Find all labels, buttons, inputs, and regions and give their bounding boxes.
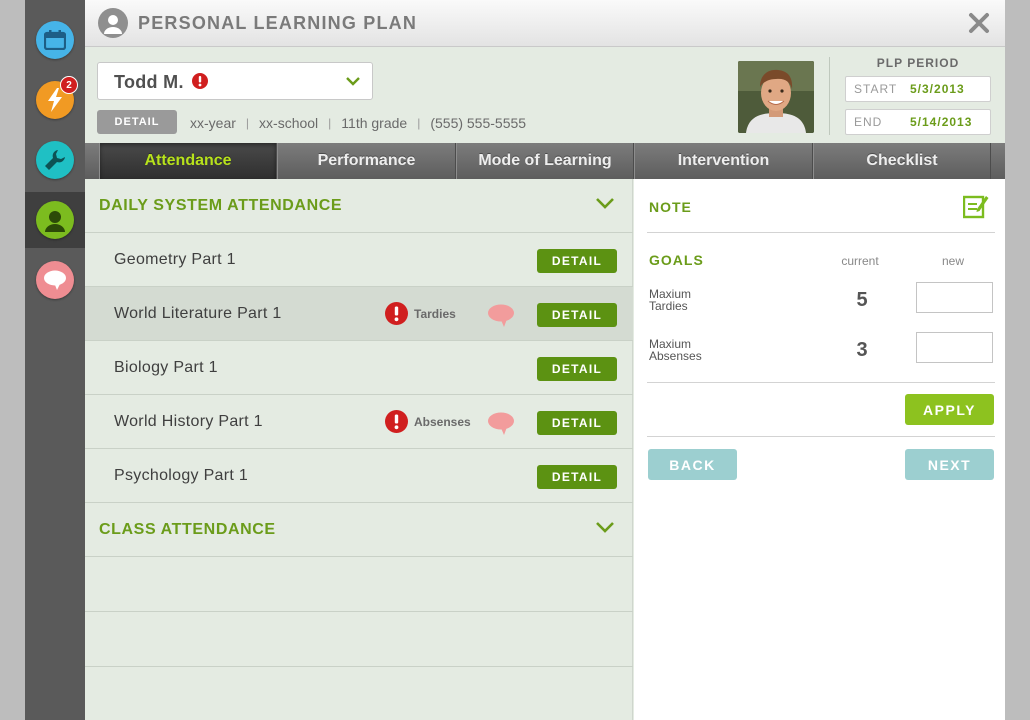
nav-tools[interactable] xyxy=(25,132,85,188)
student-header: Todd M. DETAIL xx-year | xx-school | 11t… xyxy=(85,47,1005,143)
course-row: Geometry Part 1 DETAIL xyxy=(85,233,633,287)
close-button[interactable] xyxy=(968,12,990,34)
current-column-header: current xyxy=(841,254,879,268)
nav-messages[interactable] xyxy=(25,252,85,308)
empty-row xyxy=(85,557,633,612)
user-icon xyxy=(98,8,128,38)
section-title: CLASS ATTENDANCE xyxy=(99,521,276,538)
close-icon xyxy=(969,13,989,33)
divider: | xyxy=(245,116,250,130)
goals-title: GOALS xyxy=(649,252,704,268)
course-name: World Literature Part 1 xyxy=(114,305,282,322)
student-photo xyxy=(738,61,814,133)
student-phone: (555) 555-5555 xyxy=(430,115,527,131)
course-detail-button[interactable]: DETAIL xyxy=(537,411,617,435)
comment-icon[interactable] xyxy=(487,304,515,328)
calendar-icon xyxy=(36,21,74,59)
tab-attendance[interactable]: Attendance xyxy=(99,143,277,179)
chevron-down-icon xyxy=(346,77,360,86)
divider: | xyxy=(417,116,421,130)
chevron-down-icon xyxy=(596,522,614,533)
course-name: Biology Part 1 xyxy=(114,359,218,376)
student-school: xx-school xyxy=(259,115,319,131)
tab-mode-of-learning[interactable]: Mode of Learning xyxy=(456,143,634,179)
course-name: World History Part 1 xyxy=(114,413,263,430)
title-bar: PERSONAL LEARNING PLAN xyxy=(85,0,1005,47)
class-attendance-header[interactable]: CLASS ATTENDANCE xyxy=(85,503,633,557)
goal-current-value: 3 xyxy=(856,339,868,361)
divider xyxy=(647,382,995,383)
attendance-list: DAILY SYSTEM ATTENDANCE Geometry Part 1 … xyxy=(85,179,633,720)
section-title: DAILY SYSTEM ATTENDANCE xyxy=(99,197,343,214)
student-detail-button[interactable]: DETAIL xyxy=(97,110,177,134)
course-row: Psychology Part 1 DETAIL xyxy=(85,449,633,503)
tab-checklist[interactable]: Checklist xyxy=(813,143,991,179)
student-year: xx-year xyxy=(190,115,236,131)
end-date-field[interactable]: END 5/14/2013 xyxy=(845,109,991,135)
end-date-value: 5/14/2013 xyxy=(910,115,973,129)
course-name: Psychology Part 1 xyxy=(114,467,249,484)
course-flag: Absenses xyxy=(385,410,471,433)
header-divider xyxy=(829,57,830,135)
course-flag: Tardies xyxy=(385,302,456,325)
goal-label: Maxium Absenses xyxy=(649,338,729,362)
daily-attendance-header[interactable]: DAILY SYSTEM ATTENDANCE xyxy=(85,179,633,233)
goal-label: Maxium Tardies xyxy=(649,288,729,312)
tab-bar: Attendance Performance Mode of Learning … xyxy=(85,143,1005,179)
plp-panel: PERSONAL LEARNING PLAN Todd M. DETAIL xx… xyxy=(85,0,1005,720)
comment-icon[interactable] xyxy=(487,412,515,436)
course-row: World Literature Part 1 Tardies DETAIL xyxy=(85,287,633,341)
start-label: START xyxy=(854,82,898,96)
course-row: Biology Part 1 DETAIL xyxy=(85,341,633,395)
apply-button[interactable]: APPLY xyxy=(905,394,994,425)
tab-intervention[interactable]: Intervention xyxy=(634,143,813,179)
goal-new-input[interactable] xyxy=(916,282,993,313)
flag-label: Absenses xyxy=(414,414,471,429)
alert-icon xyxy=(385,302,408,325)
empty-row xyxy=(85,612,633,667)
course-name: Geometry Part 1 xyxy=(114,251,236,268)
nav-alerts[interactable]: 2 xyxy=(25,72,85,128)
course-detail-button[interactable]: DETAIL xyxy=(537,249,617,273)
page-title: PERSONAL LEARNING PLAN xyxy=(138,12,418,33)
notification-badge: 2 xyxy=(60,76,78,94)
start-date-field[interactable]: START 5/3/2013 xyxy=(845,76,991,102)
goals-panel: NOTE GOALS current new Maxium Tardies 5 … xyxy=(634,179,1005,720)
start-date-value: 5/3/2013 xyxy=(910,82,965,96)
back-button[interactable]: BACK xyxy=(648,449,737,480)
goal-label-line: Tardies xyxy=(649,299,688,313)
student-selector[interactable]: Todd M. xyxy=(97,62,373,100)
goal-new-input[interactable] xyxy=(916,332,993,363)
note-title: NOTE xyxy=(649,199,692,215)
new-column-header: new xyxy=(941,254,964,268)
student-info: xx-year | xx-school | 11th grade | (555)… xyxy=(190,115,526,131)
lightning-icon: 2 xyxy=(36,76,78,119)
side-navigation: 2 xyxy=(25,0,85,720)
student-grade: 11th grade xyxy=(341,115,408,131)
chevron-down-icon xyxy=(596,198,614,209)
edit-note-icon[interactable] xyxy=(963,193,989,219)
divider: | xyxy=(328,116,332,130)
plp-period-title: PLP PERIOD xyxy=(876,56,960,70)
next-button[interactable]: NEXT xyxy=(905,449,994,480)
divider xyxy=(647,232,995,233)
course-row: World History Part 1 Absenses DETAIL xyxy=(85,395,633,449)
divider xyxy=(647,436,995,437)
tab-performance[interactable]: Performance xyxy=(277,143,456,179)
alert-icon xyxy=(385,410,408,433)
alert-icon xyxy=(192,73,208,89)
wrench-icon xyxy=(36,141,74,179)
goal-current-value: 5 xyxy=(856,289,868,311)
course-detail-button[interactable]: DETAIL xyxy=(537,357,617,381)
nav-calendar[interactable] xyxy=(25,12,85,68)
student-name: Todd M. xyxy=(114,72,184,92)
chat-icon xyxy=(36,261,74,299)
flag-label: Tardies xyxy=(414,306,456,321)
nav-profile[interactable] xyxy=(25,192,85,248)
course-detail-button[interactable]: DETAIL xyxy=(537,303,617,327)
course-detail-button[interactable]: DETAIL xyxy=(537,465,617,489)
profile-icon xyxy=(36,201,74,239)
goal-label-line: Absenses xyxy=(649,349,702,363)
end-label: END xyxy=(854,115,883,129)
